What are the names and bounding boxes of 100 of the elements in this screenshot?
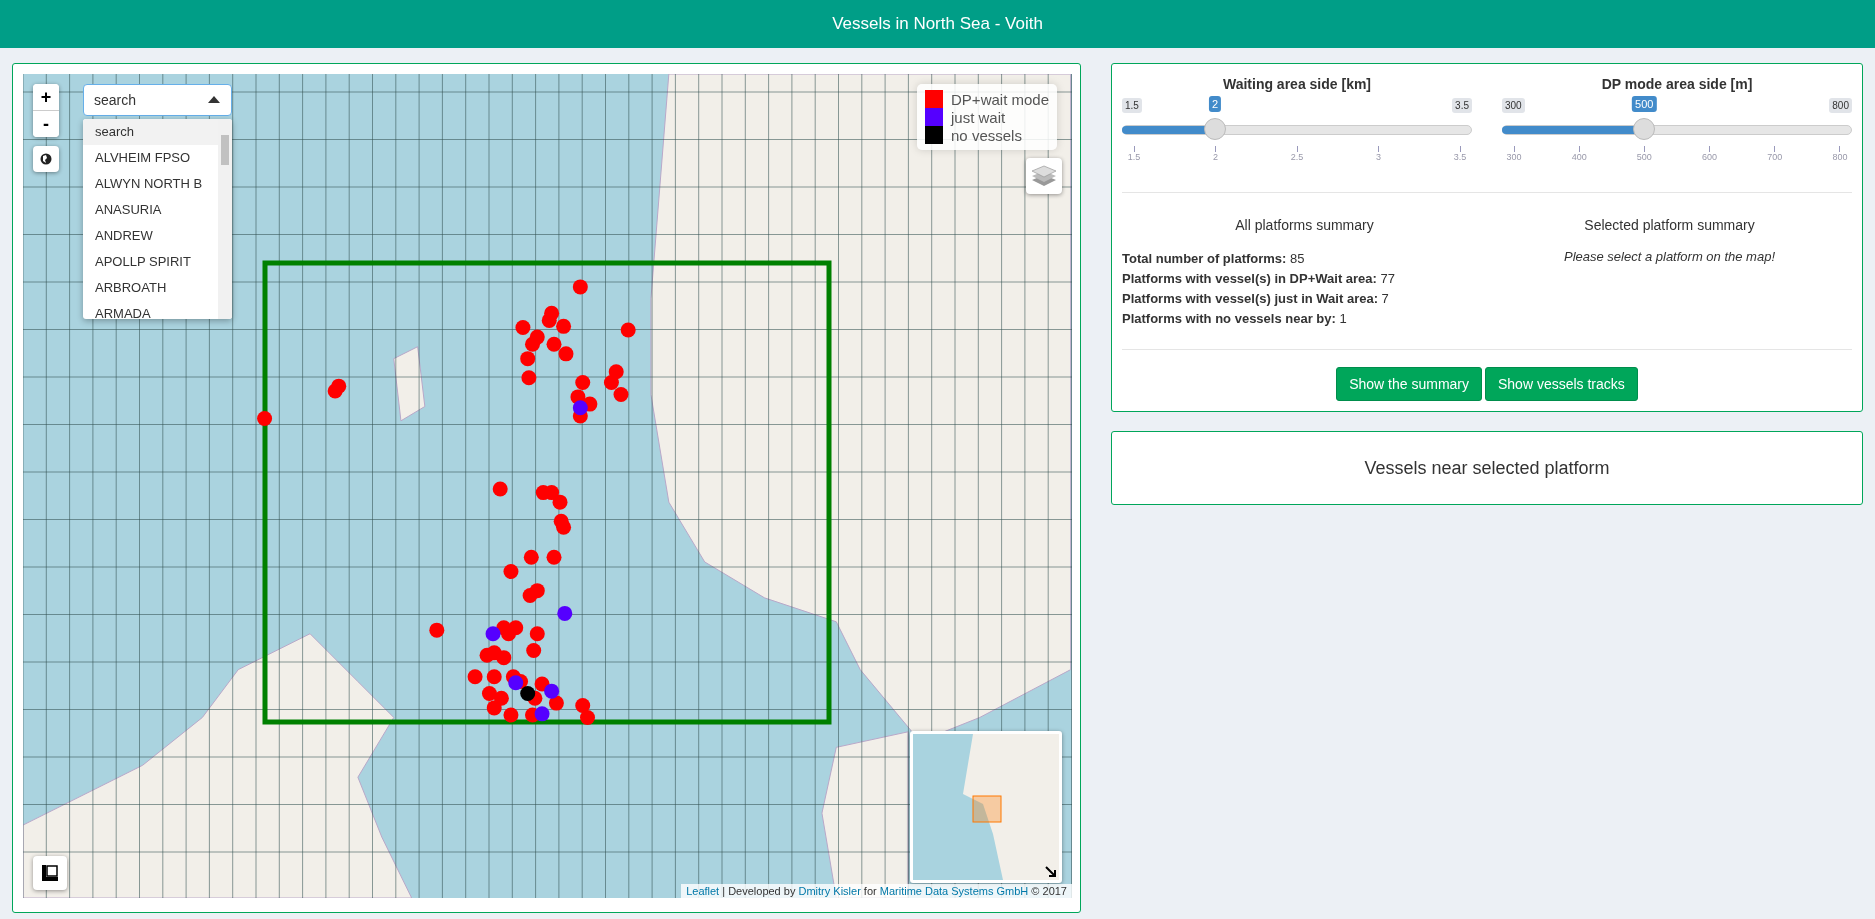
platform-marker[interactable] <box>575 698 591 713</box>
platform-marker[interactable] <box>572 400 588 416</box>
summary-title: All platforms summary <box>1234 217 1375 233</box>
platform-marker[interactable] <box>541 312 557 328</box>
slider-handle[interactable] <box>1204 118 1226 140</box>
max-label: 3.5 <box>1452 97 1472 113</box>
ruler-icon <box>42 865 58 881</box>
platform-marker[interactable] <box>486 700 502 716</box>
tick-label: 300 <box>1507 146 1521 162</box>
tick-label: 2 <box>1208 146 1223 162</box>
legend-label: DP+wait mode <box>951 90 1049 108</box>
platform-marker[interactable] <box>429 622 445 638</box>
arrow-icon[interactable] <box>1045 866 1057 878</box>
max-label: 800 <box>1829 97 1852 113</box>
slider-title: Waiting area side [km] <box>1221 76 1373 92</box>
platform-marker[interactable] <box>467 669 483 685</box>
platform-marker[interactable] <box>521 370 537 386</box>
dropdown-option[interactable]: search <box>83 119 218 145</box>
platform-marker[interactable] <box>486 669 502 685</box>
platform-marker[interactable] <box>503 564 519 580</box>
platform-marker[interactable] <box>496 650 512 666</box>
dropdown-option[interactable]: ARBROATH <box>83 275 218 301</box>
tick-label: 700 <box>1767 146 1782 162</box>
summary-line: Platforms with no vessels near by: 1 <box>1122 310 1348 328</box>
tick-label: 1.5 <box>1127 146 1141 162</box>
summary-message: Please select a platform on the map! <box>1563 249 1776 264</box>
tick-label: 500 <box>1637 146 1652 162</box>
layers-button[interactable] <box>1026 158 1062 194</box>
panel-title: Vessels near selected platform <box>1363 457 1611 480</box>
slider-track[interactable] <box>1122 118 1472 142</box>
platform-marker[interactable] <box>481 686 497 702</box>
platform-marker[interactable] <box>572 279 588 295</box>
zoom-in-button[interactable]: + <box>33 84 59 110</box>
attribution-link[interactable]: Leaflet <box>686 885 720 897</box>
platform-marker[interactable] <box>526 642 542 658</box>
platform-marker[interactable] <box>603 375 619 391</box>
scrollbar[interactable] <box>218 119 232 319</box>
min-label: 300 <box>1502 97 1525 113</box>
platform-marker[interactable] <box>544 485 560 501</box>
platform-marker[interactable] <box>556 519 572 535</box>
platform-marker[interactable] <box>520 686 536 702</box>
dropdown-option[interactable]: ALWYN NORTH B <box>83 171 218 197</box>
summary-line: Platforms with vessel(s) in DP+Wait area: 77 <box>1122 270 1396 288</box>
platform-marker[interactable] <box>546 336 562 352</box>
tick-label: 3 <box>1371 146 1386 162</box>
zoom-out-button[interactable]: - <box>33 111 59 137</box>
legend-label: just wait <box>951 108 1006 126</box>
platform-marker[interactable] <box>557 605 573 621</box>
platform-marker[interactable] <box>508 675 524 691</box>
search-field[interactable]: search <box>83 84 232 116</box>
summary-title: Selected platform summary <box>1583 217 1756 233</box>
platform-marker[interactable] <box>520 351 536 367</box>
platform-marker[interactable] <box>620 322 636 338</box>
platform-marker[interactable] <box>492 481 508 497</box>
platform-marker[interactable] <box>556 318 572 334</box>
attribution-link[interactable]: Dmitry Kisler <box>798 885 861 897</box>
viewport-rectangle[interactable] <box>972 795 1002 823</box>
dropdown-option[interactable]: ANDREW <box>83 223 218 249</box>
platform-marker[interactable] <box>257 410 273 426</box>
tick-label: 3.5 <box>1453 146 1467 162</box>
slider-track[interactable] <box>1502 118 1852 142</box>
caret-icon <box>208 96 220 103</box>
platform-marker[interactable] <box>575 375 591 391</box>
dropdown-option[interactable]: ANASURIA <box>83 197 218 223</box>
platform-marker[interactable] <box>558 346 574 362</box>
platform-marker[interactable] <box>546 549 562 565</box>
platform-marker[interactable] <box>552 494 568 510</box>
app-title: Vessels in North Sea - Voith <box>832 14 1043 34</box>
layers-icon <box>1032 165 1056 187</box>
slider-title: DP mode area side [m] <box>1600 76 1754 92</box>
platform-marker[interactable] <box>544 683 560 699</box>
platform-marker[interactable] <box>327 383 343 399</box>
tick-label: 400 <box>1572 146 1587 162</box>
platform-marker[interactable] <box>523 549 539 565</box>
platform-marker[interactable] <box>529 626 545 642</box>
platform-marker[interactable] <box>522 587 538 603</box>
summary-line: Platforms with vessel(s) just in Wait area: 7 <box>1122 290 1390 308</box>
attribution-text: Leaflet | Developed by Dmitry Kisler for Maritime Data Systems GmbH © 2017 <box>681 884 1072 898</box>
measure-button[interactable] <box>33 856 67 890</box>
dropdown-option[interactable]: APOLLP SPIRIT <box>83 249 218 275</box>
dropdown-option[interactable]: ARMADA <box>83 301 218 319</box>
attribution-link[interactable]: Maritime Data Systems GmbH <box>879 885 1029 897</box>
dropdown-option[interactable]: ALVHEIM FPSO <box>83 145 218 171</box>
platform-marker[interactable] <box>503 707 519 723</box>
summary-line: Total number of platforms: 85 <box>1122 250 1306 268</box>
legend-label: no vessels <box>951 126 1022 144</box>
min-label: 1.5 <box>1122 97 1142 113</box>
tick-label: 800 <box>1832 146 1847 162</box>
platform-marker[interactable] <box>534 706 550 722</box>
platform-marker[interactable] <box>525 336 540 352</box>
platform-marker[interactable] <box>580 709 595 725</box>
platform-marker[interactable] <box>548 695 564 711</box>
platform-marker[interactable] <box>613 387 629 403</box>
platform-marker[interactable] <box>515 320 531 336</box>
tick-label: 2.5 <box>1290 146 1304 162</box>
globe-button[interactable] <box>33 146 59 172</box>
slider-handle[interactable] <box>1633 118 1656 140</box>
tick-label: 600 <box>1702 146 1717 162</box>
platform-marker[interactable] <box>485 626 501 642</box>
value-label: 500 <box>1632 96 1657 112</box>
